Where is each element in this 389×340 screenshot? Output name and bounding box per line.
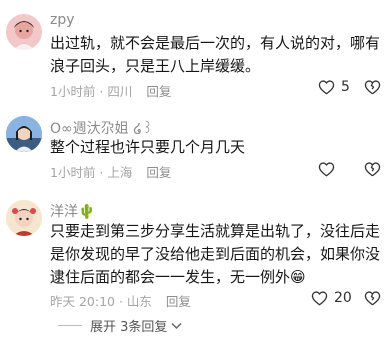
avatar[interactable] bbox=[6, 116, 42, 152]
dislike-button[interactable] bbox=[364, 79, 381, 99]
username[interactable]: O∞週汏尕姐 ໒꒱ bbox=[50, 118, 153, 138]
broken-heart-icon bbox=[364, 291, 381, 306]
expand-replies-label: 展开 3条回复 bbox=[90, 320, 168, 335]
timestamp: 1小时前 bbox=[50, 84, 96, 99]
location: 上海 bbox=[107, 165, 133, 180]
location: 山东 bbox=[126, 294, 152, 309]
divider bbox=[58, 325, 82, 326]
comment-meta: 1小时前 · 上海 回复 bbox=[50, 165, 172, 180]
comment-text: 只要走到第三步分享生活就算是出轨了，没往后走是你发现的早了没给他走到后面的机会，… bbox=[50, 222, 381, 286]
like-count: 5 bbox=[341, 79, 350, 95]
avatar[interactable] bbox=[6, 200, 42, 236]
comment-meta: 昨天 20:10 · 山东 回复 bbox=[50, 294, 191, 309]
timestamp: 1小时前 bbox=[50, 165, 96, 180]
reply-button[interactable]: 回复 bbox=[166, 294, 191, 309]
reply-button[interactable]: 回复 bbox=[146, 84, 171, 99]
heart-icon bbox=[311, 291, 328, 306]
username[interactable]: zpy bbox=[50, 12, 75, 28]
comment-text: 出过轨，就不会是最后一次的，有人说的对，哪有浪子回头，只是王八上岸缓缓。 bbox=[50, 34, 381, 75]
reply-button[interactable]: 回复 bbox=[146, 165, 171, 180]
like-button[interactable]: 20 bbox=[311, 290, 352, 306]
location: 四川 bbox=[107, 84, 133, 99]
like-button[interactable] bbox=[318, 161, 341, 177]
timestamp: 昨天 20:10 bbox=[50, 294, 115, 309]
dislike-button[interactable] bbox=[364, 161, 381, 181]
like-count: 20 bbox=[334, 290, 352, 306]
dislike-button[interactable] bbox=[364, 290, 381, 310]
username[interactable]: 洋洋🌵 bbox=[50, 201, 95, 221]
heart-icon bbox=[318, 80, 335, 95]
comment-text: 整个过程也许只要几个月几天 bbox=[50, 138, 246, 156]
broken-heart-icon bbox=[364, 80, 381, 95]
heart-icon bbox=[318, 162, 335, 177]
like-button[interactable]: 5 bbox=[318, 79, 350, 95]
expand-replies-button[interactable]: 展开 3条回复 bbox=[58, 316, 182, 335]
broken-heart-icon bbox=[364, 162, 381, 177]
comment-meta: 1小时前 · 四川 回复 bbox=[50, 84, 172, 99]
chevron-down-icon bbox=[171, 322, 182, 329]
avatar[interactable] bbox=[6, 14, 42, 50]
